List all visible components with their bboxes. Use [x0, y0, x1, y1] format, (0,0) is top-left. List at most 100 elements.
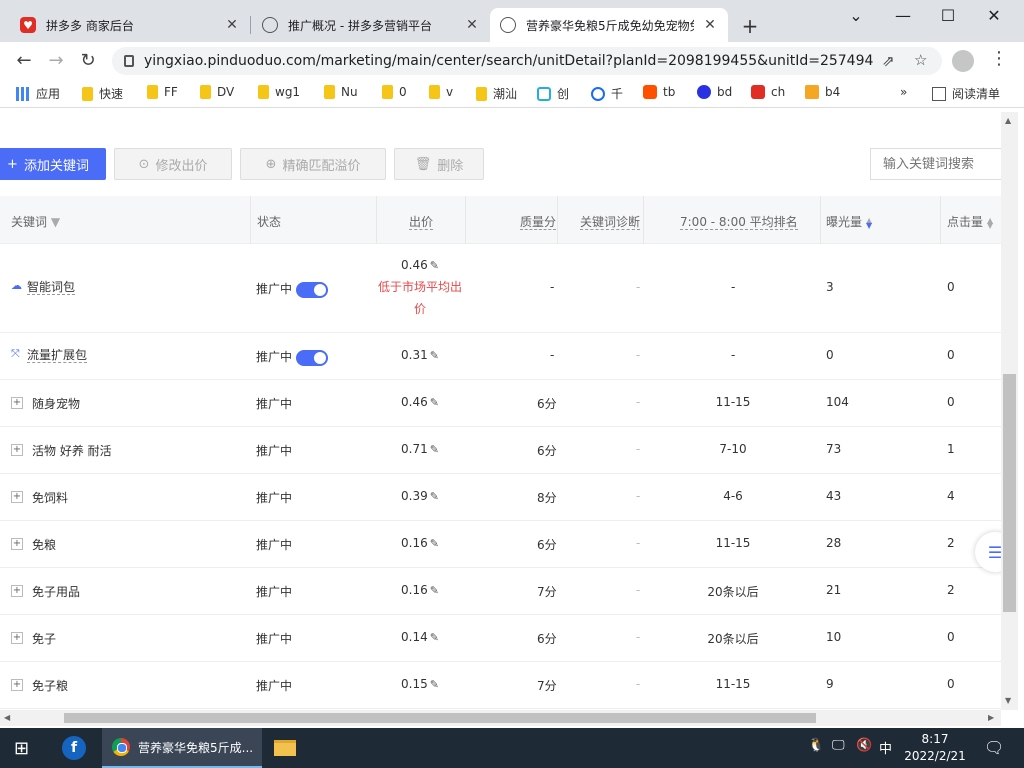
bookmark-item[interactable]: ch [751, 85, 785, 99]
edit-icon[interactable]: ✎ [430, 443, 439, 456]
bookmark-item[interactable]: Nu [324, 85, 358, 99]
bookmark-item[interactable]: 潮汕 [476, 85, 517, 102]
qianniu-icon [591, 86, 605, 101]
delete-button[interactable]: 🗑 删除 [394, 148, 484, 180]
edit-icon[interactable]: ✎ [430, 490, 439, 503]
folder-icon [429, 85, 440, 99]
expand-plus-icon[interactable]: + [11, 444, 23, 456]
volume-muted-icon[interactable]: 🔇 [856, 738, 872, 753]
scroll-up-arrow-icon[interactable]: ▲ [1005, 116, 1011, 125]
bookmark-item[interactable]: 千 [591, 85, 623, 102]
bookmark-item[interactable]: b4 [805, 85, 840, 99]
close-icon[interactable]: ✕ [702, 17, 718, 33]
bookmark-item[interactable]: wg1 [258, 85, 300, 99]
keyword-cell: 免子 [32, 632, 57, 646]
expand-plus-icon[interactable]: + [11, 397, 23, 409]
address-bar[interactable]: yingxiao.pinduoduo.com/marketing/main/ce… [112, 47, 942, 75]
forward-arrow-icon[interactable]: → [44, 50, 68, 71]
vertical-scrollbar[interactable]: ▲ ▼ [1001, 112, 1018, 710]
system-clock[interactable]: 8:17 2022/2/21 [900, 731, 970, 765]
bookmark-item[interactable]: bd [697, 85, 732, 99]
scroll-right-arrow-icon[interactable]: ▶ [988, 713, 994, 722]
expand-plus-icon[interactable]: + [11, 538, 23, 550]
tab-label: 营养豪华免粮5斤成免幼免宠物兔 [526, 18, 694, 33]
windows-start-icon[interactable]: ⊞ [14, 728, 29, 768]
cloud-icon: ☁ [11, 279, 22, 292]
file-explorer-icon[interactable] [274, 728, 296, 768]
edit-icon[interactable]: ✎ [430, 259, 439, 272]
sort-icon[interactable]: ▲ ▼ [866, 216, 872, 229]
scroll-left-arrow-icon[interactable]: ◀ [4, 713, 10, 722]
expand-plus-icon[interactable]: + [11, 491, 23, 503]
bookmark-item[interactable]: DV [200, 85, 234, 99]
maximize-button[interactable]: ☐ [938, 6, 958, 25]
header-status: 状态 [257, 215, 282, 229]
reload-icon[interactable]: ↻ [76, 50, 100, 71]
edit-icon[interactable]: ✎ [430, 631, 439, 644]
more-menu-icon[interactable]: ⋮ [990, 48, 1008, 69]
close-icon[interactable]: ✕ [224, 17, 240, 33]
minimize-button[interactable]: — [893, 6, 913, 25]
table-row: ⤧ 流量扩展包 推广中 0.31 ✎ - - - 0 0 [0, 333, 1001, 380]
keyword-search-input[interactable] [870, 148, 1001, 180]
header-clicks[interactable]: 点击量 ▲ ▼ [947, 213, 993, 230]
diagnosis-cell: - [636, 536, 641, 550]
sort-icon[interactable]: ▲ ▼ [987, 216, 993, 229]
status-toggle[interactable] [296, 281, 329, 298]
impressions-cell: 3 [826, 280, 834, 294]
window-close-button[interactable]: ✕ [984, 6, 1004, 25]
chrome-icon [112, 738, 130, 756]
edit-icon[interactable]: ✎ [430, 584, 439, 597]
bookmark-item[interactable]: v [429, 85, 453, 99]
edit-icon[interactable]: ✎ [430, 678, 439, 691]
share-icon[interactable]: ⇗ [882, 52, 895, 70]
bookmark-apps[interactable]: 应用 [16, 85, 60, 102]
status-cell: 推广中 [256, 397, 293, 411]
folder-icon [258, 85, 269, 99]
status-toggle[interactable] [296, 349, 329, 366]
star-icon[interactable]: ☆ [914, 51, 927, 69]
exact-match-premium-button[interactable]: ⊕ 精确匹配溢价 [240, 148, 386, 180]
expand-plus-icon[interactable]: + [11, 585, 23, 597]
horizontal-scrollbar[interactable]: ◀ ▶ [0, 710, 1001, 726]
bookmarks-overflow-button[interactable]: » [900, 85, 907, 99]
url-text[interactable]: yingxiao.pinduoduo.com/marketing/main/ce… [144, 53, 874, 69]
header-impressions[interactable]: 曝光量 ▲ ▼ [826, 213, 872, 230]
rank-cell: - [731, 348, 736, 362]
expand-plus-icon[interactable]: + [11, 632, 23, 644]
flash-app-icon[interactable]: f [62, 728, 86, 768]
back-arrow-icon[interactable]: ← [12, 50, 36, 71]
close-icon[interactable]: ✕ [464, 17, 480, 33]
edit-icon[interactable]: ✎ [430, 396, 439, 409]
scroll-down-arrow-icon[interactable]: ▼ [1005, 696, 1011, 705]
tab-product-detail[interactable]: 营养豪华免粮5斤成免幼免宠物兔 ✕ [490, 8, 728, 42]
edit-icon[interactable]: ✎ [430, 537, 439, 550]
chevron-down-icon[interactable]: ⌄ [846, 6, 866, 25]
notification-icon[interactable]: 🗨 [984, 738, 1004, 757]
taskbar-chrome-window[interactable]: 营养豪华免粮5斤成... [102, 728, 262, 768]
modify-bid-button[interactable]: ⊙ 修改出价 [114, 148, 232, 180]
expand-plus-icon[interactable]: + [11, 679, 23, 691]
filter-icon[interactable]: ▼ [51, 215, 60, 229]
tab-pdd-merchant[interactable]: ♥ 拼多多 商家后台 ✕ [10, 8, 250, 42]
diagnosis-cell: - [636, 395, 641, 409]
tv-icon [537, 86, 551, 101]
vertical-scroll-thumb[interactable] [1003, 374, 1016, 612]
reading-list[interactable]: 阅读清单 [932, 85, 1000, 102]
bookmark-item[interactable]: FF [147, 85, 178, 99]
network-icon[interactable]: 🖵 [832, 738, 845, 753]
profile-avatar[interactable] [952, 50, 974, 72]
bookmark-item[interactable]: 0 [382, 85, 407, 99]
ime-indicator[interactable]: 中 [879, 738, 892, 757]
tab-promotion-overview[interactable]: 推广概况 - 拼多多营销平台 ✕ [252, 8, 490, 42]
bookmark-item[interactable]: 快速 [82, 85, 123, 102]
horizontal-scroll-thumb[interactable] [64, 713, 816, 723]
bookmark-item[interactable]: tb [643, 85, 675, 99]
edit-icon[interactable]: ✎ [430, 349, 439, 362]
add-keyword-button[interactable]: + 添加关键词 [0, 148, 106, 180]
keyword-cell: 随身宠物 [32, 397, 81, 411]
new-tab-button[interactable]: + [740, 14, 760, 38]
qq-icon[interactable]: 🐧 [808, 738, 824, 753]
quality-cell: - [550, 280, 555, 294]
bookmark-item[interactable]: 创 [537, 85, 569, 102]
